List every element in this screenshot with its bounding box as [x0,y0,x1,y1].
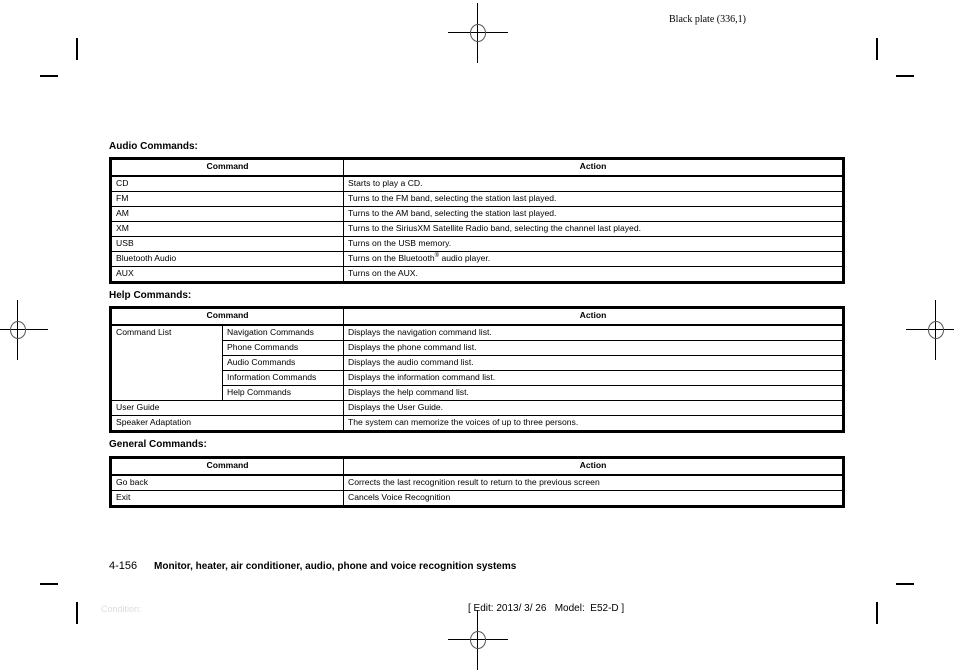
command-cell: User Guide [110,400,344,416]
command-cell: Go back [110,474,344,491]
action-cell: Turns to the SiriusXM Satellite Radio ba… [343,221,844,237]
table-header-row: Command Action [110,457,844,476]
action-cell: Displays the audio command list. [343,355,844,371]
subcommand-cell: Help Commands [222,385,344,401]
column-header-command: Command [110,307,344,326]
crop-mark [76,38,78,60]
command-cell: XM [110,221,344,237]
audio-commands-table: Command Action CD Starts to play a CD. FM… [109,157,845,284]
table-row: Speaker Adaptation The system can memoriz… [110,415,844,432]
table-row: User Guide Displays the User Guide. [110,400,844,416]
table-row: FM Turns to the FM band, selecting the st… [110,191,844,207]
command-cell: AUX [110,266,344,283]
command-cell: USB [110,236,344,252]
action-cell: Corrects the last recognition result to … [343,474,844,491]
action-cell: Turns on the USB memory. [343,236,844,252]
column-header-action: Action [343,158,844,177]
table-row: Exit Cancels Voice Recognition [110,490,844,507]
table-row: Command List Navigation Commands Display… [110,324,844,401]
general-commands-table: Command Action Go back Corrects the last … [109,456,845,508]
command-cell: CD [110,175,344,192]
table-row: CD Starts to play a CD. [110,175,844,192]
edit-info: [ Edit: 2013/ 3/ 26 Model: E52-D ] [468,603,625,614]
crop-mark [40,583,58,585]
help-commands-title: Help Commands: [109,290,192,301]
action-cell: Displays the help command list. [343,385,844,401]
action-cell: Turns to the FM band, selecting the stat… [343,191,844,207]
column-header-command: Command [110,457,344,476]
column-header-command: Command [110,158,344,177]
action-cell: Displays the navigation command list. [343,324,844,341]
action-cell: Displays the information command list. [343,370,844,386]
action-cell: Turns on the Bluetooth® audio player. [343,251,844,267]
subcommand-cell: Navigation Commands [222,324,344,341]
command-cell: AM [110,206,344,222]
command-group-cell: Command List [110,324,223,401]
registration-mark-top [448,3,508,63]
crop-mark [876,38,878,60]
crop-mark [896,583,914,585]
table-row: AUX Turns on the AUX. [110,266,844,283]
general-commands-title: General Commands: [109,439,207,450]
chapter-title: Monitor, heater, air conditioner, audio,… [154,561,517,572]
audio-commands-title: Audio Commands: [109,141,198,152]
registration-mark-bottom [448,610,508,670]
table-row: Bluetooth Audio Turns on the Bluetooth® a… [110,251,844,267]
action-cell: Displays the User Guide. [343,400,844,416]
action-cell: Displays the phone command list. [343,340,844,356]
action-cell: The system can memorize the voices of up… [343,415,844,432]
command-cell: FM [110,191,344,207]
crop-mark [896,75,914,77]
table-row: XM Turns to the SiriusXM Satellite Radio … [110,221,844,237]
column-header-action: Action [343,307,844,326]
page-number: 4-156 [109,560,138,572]
help-commands-table: Command Action Command List Navigation C… [109,306,845,433]
action-text: Turns on the Bluetooth [348,253,435,263]
action-cell: Turns on the AUX. [343,266,844,283]
action-cell: Starts to play a CD. [343,175,844,192]
plate-label: Black plate (336,1) [669,14,746,25]
subcommand-cell: Information Commands [222,370,344,386]
command-cell: Bluetooth Audio [110,251,344,267]
table-row: USB Turns on the USB memory. [110,236,844,252]
subcommand-cell: Audio Commands [222,355,344,371]
crop-mark [40,75,58,77]
crop-mark [876,602,878,624]
condition-label: Condition: [101,604,142,614]
action-cell: Turns to the AM band, selecting the stat… [343,206,844,222]
column-header-action: Action [343,457,844,476]
crop-mark [76,602,78,624]
table-row: AM Turns to the AM band, selecting the st… [110,206,844,222]
table-row: Go back Corrects the last recognition res… [110,474,844,491]
action-cell: Cancels Voice Recognition [343,490,844,507]
registration-mark-right [906,300,954,360]
command-cell: Speaker Adaptation [110,415,344,432]
action-text: audio player. [439,253,491,263]
table-header-row: Command Action [110,158,844,177]
registration-mark-left [0,300,48,360]
table-header-row: Command Action [110,307,844,326]
command-cell: Exit [110,490,344,507]
subcommand-cell: Phone Commands [222,340,344,356]
